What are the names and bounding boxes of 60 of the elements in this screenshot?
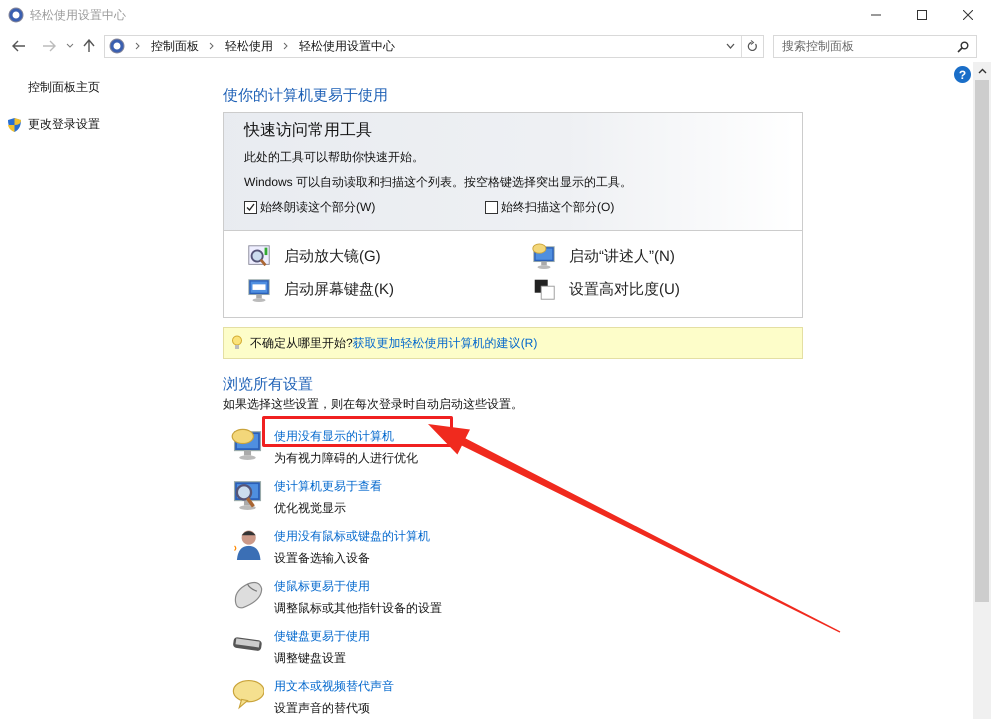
checkbox[interactable]: 始终朗读这个部分(W) xyxy=(244,199,485,216)
close-icon xyxy=(963,10,973,20)
monitor-speech-icon xyxy=(231,427,264,460)
setting-description: 设置声音的替代项 xyxy=(274,700,371,717)
tool-link[interactable]: 启动放大镜(G) xyxy=(246,243,381,269)
caret-icon xyxy=(726,43,734,49)
setting-link[interactable]: 使用没有鼠标或键盘的计算机 xyxy=(274,529,430,543)
setting-link[interactable]: 使计算机更易于查看 xyxy=(274,479,382,493)
setting-description: 为有视力障碍的人进行优化 xyxy=(274,450,418,467)
setting-link[interactable]: 用文本或视频替代声音 xyxy=(274,679,394,693)
monitor-speech-icon xyxy=(531,243,557,269)
control-panel-icon xyxy=(109,38,125,54)
magnifier-icon xyxy=(246,243,272,269)
panel-hint: Windows 可以自动读取和扫描这个列表。按空格键选择突出显示的工具。 xyxy=(244,174,634,191)
search-icon xyxy=(957,40,969,52)
control-panel-icon xyxy=(8,7,24,23)
caret-icon xyxy=(978,68,986,74)
left-arrow-icon xyxy=(12,40,26,52)
right-arrow-icon xyxy=(42,40,56,52)
sidebar-link[interactable]: 更改登录设置 xyxy=(28,116,100,133)
setting-link[interactable]: 使鼠标更易于使用 xyxy=(274,579,370,593)
chevron-icon xyxy=(135,42,141,50)
setting-link[interactable]: 使用没有显示的计算机 xyxy=(274,429,394,443)
search-field[interactable]: 搜索控制面板 xyxy=(773,34,977,58)
tool-link[interactable]: 启动屏幕键盘(K) xyxy=(246,276,394,302)
tool-link[interactable]: 设置高对比度(U) xyxy=(531,276,680,302)
scrollbar-thumb[interactable] xyxy=(975,80,989,602)
checkbox-box[interactable] xyxy=(485,201,498,214)
panel-title: 快速访问常用工具 xyxy=(244,120,373,141)
up-arrow-icon xyxy=(83,39,95,53)
section-description: 如果选择这些设置，则在每次登录时自动启动这些设置。 xyxy=(223,396,524,413)
refresh-icon xyxy=(747,40,758,52)
tool-link[interactable]: 启动“讲述人”(N) xyxy=(531,243,675,269)
tip-link[interactable]: 获取更加轻松使用计算机的建议(R) xyxy=(352,334,538,352)
breadcrumb[interactable]: 轻松使用 xyxy=(225,38,273,54)
sidebar-link[interactable]: 控制面板主页 xyxy=(28,79,100,96)
setting-description: 优化视觉显示 xyxy=(274,500,347,517)
breadcrumb[interactable]: 控制面板 xyxy=(151,38,199,54)
breadcrumb[interactable]: 轻松使用设置中心 xyxy=(299,38,395,54)
panel-description: 此处的工具可以帮助你快速开始。 xyxy=(244,149,425,166)
chevron-icon xyxy=(283,42,289,50)
window-title: 轻松使用设置中心 xyxy=(30,6,126,24)
section-heading: 浏览所有设置 xyxy=(223,375,314,394)
setting-description: 调整键盘设置 xyxy=(274,650,347,667)
page-heading: 使你的计算机更易于使用 xyxy=(223,86,389,105)
lightbulb-icon xyxy=(232,335,242,351)
checkbox[interactable]: 始终扫描这个部分(O) xyxy=(485,199,782,216)
checkbox-box[interactable] xyxy=(244,201,257,214)
setting-description: 调整鼠标或其他指针设备的设置 xyxy=(274,600,442,617)
address-bar[interactable]: 控制面板 轻松使用 轻松使用设置中心 xyxy=(104,34,764,58)
chevron-icon xyxy=(209,42,215,50)
caret-icon xyxy=(66,43,74,49)
tip-text: 不确定从哪里开始? xyxy=(250,334,353,352)
scrollbar[interactable] xyxy=(973,62,991,719)
maximize-icon xyxy=(917,10,927,20)
setting-description: 设置备选输入设备 xyxy=(274,550,371,567)
help-button[interactable]: ? xyxy=(954,66,971,83)
speech-bubble-icon xyxy=(231,677,264,710)
shield-icon xyxy=(7,116,22,132)
setting-link[interactable]: 使键盘更易于使用 xyxy=(274,629,370,643)
